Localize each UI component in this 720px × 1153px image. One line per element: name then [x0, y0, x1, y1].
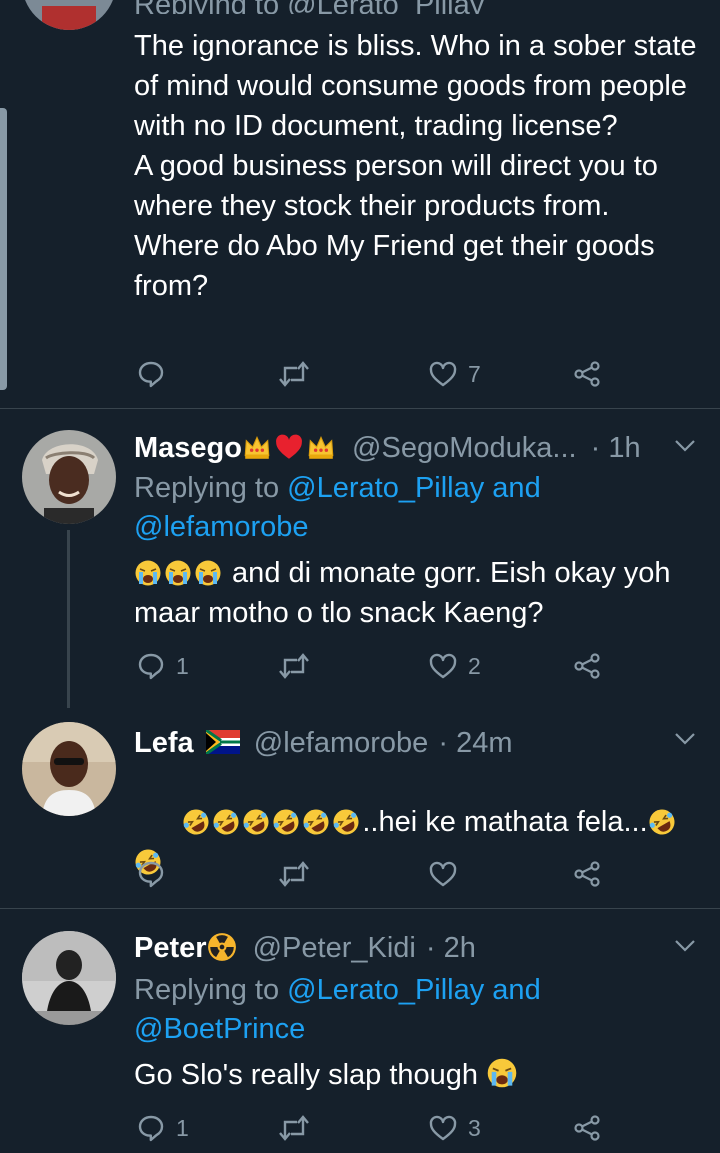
- heart-icon: [429, 1115, 457, 1141]
- timestamp[interactable]: · 24m: [438, 727, 512, 759]
- share-icon: [574, 653, 600, 679]
- like-count: 3: [468, 1114, 481, 1141]
- reply-count: 1: [176, 1114, 189, 1141]
- chevron-down-icon[interactable]: [674, 439, 696, 453]
- tweet-text: and di monate gorr. Eish okay yoh maar m…: [134, 557, 679, 629]
- crown-emoji: [308, 436, 334, 459]
- tweet-text: Go Slo's really slap though: [134, 1055, 700, 1095]
- rofl-emoji: [213, 809, 239, 835]
- like-button[interactable]: [428, 854, 468, 894]
- retweet-icon: [279, 861, 309, 887]
- tweet-2[interactable]: Lefa @lefamorobe · 24m ..hei ke mathata …: [0, 708, 720, 908]
- share-button[interactable]: [572, 646, 602, 686]
- timestamp[interactable]: · 2h: [426, 932, 476, 964]
- tweet-header: Masego @SegoModuka... · 1h: [134, 429, 700, 467]
- mention-link[interactable]: @Lerato_Pillay and: [287, 472, 541, 504]
- tweet-header: Lefa @lefamorobe · 24m: [134, 724, 700, 762]
- heart-icon: [429, 361, 457, 387]
- rofl-emoji: [183, 809, 209, 835]
- rofl-emoji: [303, 809, 329, 835]
- rofl-emoji: [243, 809, 269, 835]
- tweet-0[interactable]: Replying to @Lerato_Pillay The ignorance…: [0, 0, 720, 408]
- retweet-icon: [279, 1115, 309, 1141]
- avatar[interactable]: [22, 722, 116, 816]
- reply-icon: [138, 861, 164, 888]
- handle[interactable]: @lefamorobe: [254, 727, 429, 759]
- retweet-button[interactable]: [278, 1108, 310, 1148]
- tweet-3[interactable]: Peter @Peter_Kidi · 2h Replying to @Lera…: [0, 909, 720, 1153]
- crying-face-emoji: [487, 1058, 517, 1088]
- chevron-down-icon[interactable]: [674, 939, 696, 953]
- retweet-button[interactable]: [278, 854, 310, 894]
- like-count: 2: [468, 652, 481, 679]
- south-africa-flag-emoji: [205, 730, 240, 754]
- reply-button[interactable]: [136, 354, 176, 394]
- reply-button[interactable]: 1: [136, 646, 189, 686]
- avatar[interactable]: [22, 0, 116, 30]
- timestamp[interactable]: · 1h: [591, 432, 641, 464]
- tweet-header: Peter @Peter_Kidi · 2h: [134, 929, 700, 967]
- share-button[interactable]: [572, 354, 602, 394]
- retweet-icon: [279, 653, 309, 679]
- handle[interactable]: @Peter_Kidi: [253, 932, 416, 964]
- rofl-emoji: [649, 809, 675, 835]
- tweet-actions: 1 3: [134, 1108, 614, 1148]
- tweet-text: ..hei ke mathata fela...: [134, 762, 700, 922]
- rofl-emoji: [333, 809, 359, 835]
- crying-face-emoji: [135, 560, 161, 586]
- display-name[interactable]: Peter: [134, 932, 207, 964]
- like-button[interactable]: 3: [428, 1108, 481, 1148]
- replying-to-label: Replying to @Lerato_Pillay and @lefamorob…: [134, 472, 541, 543]
- heart-icon: [429, 861, 457, 887]
- radioactive-emoji: [207, 933, 236, 961]
- reply-icon: [138, 1115, 164, 1142]
- like-count: 7: [468, 360, 481, 387]
- replying-to-label: Replying to @Lerato_Pillay: [134, 0, 700, 14]
- red-heart-emoji: [276, 434, 302, 459]
- retweet-button[interactable]: [278, 354, 310, 394]
- avatar[interactable]: [22, 931, 116, 1025]
- share-icon: [574, 1115, 600, 1141]
- share-icon: [574, 861, 600, 887]
- tweet-actions: [134, 854, 614, 894]
- share-icon: [574, 361, 600, 387]
- tweet-text: The ignorance is bliss. Who in a sober s…: [134, 30, 697, 302]
- reply-button[interactable]: [136, 854, 176, 894]
- like-button[interactable]: 7: [428, 354, 481, 394]
- mention-link[interactable]: @BoetPrince: [134, 1013, 305, 1045]
- crying-face-emoji: [195, 560, 221, 586]
- rofl-emoji: [273, 809, 299, 835]
- tweet-1[interactable]: Masego @SegoModuka... · 1h Replying to @…: [0, 409, 720, 708]
- like-button[interactable]: 2: [428, 646, 481, 686]
- reply-icon: [138, 361, 164, 388]
- display-name[interactable]: Lefa: [134, 727, 194, 759]
- retweet-icon: [279, 361, 309, 387]
- thread-line: [67, 530, 70, 708]
- crying-face-emoji: [165, 560, 191, 586]
- handle[interactable]: @SegoModuka...: [352, 432, 577, 464]
- mention-link[interactable]: @Lerato_Pillay and: [287, 974, 541, 1006]
- avatar[interactable]: [22, 430, 116, 524]
- display-name[interactable]: Masego: [134, 432, 242, 464]
- reply-count: 1: [176, 652, 189, 679]
- tweet-actions: 7: [134, 354, 614, 394]
- share-button[interactable]: [572, 1108, 602, 1148]
- retweet-button[interactable]: [278, 646, 310, 686]
- reply-button[interactable]: 1: [136, 1108, 189, 1148]
- replying-to-label: Replying to @Lerato_Pillay and @BoetPrinc…: [134, 974, 541, 1045]
- heart-icon: [429, 653, 457, 679]
- mention-link[interactable]: @lefamorobe: [134, 511, 309, 543]
- tweet-actions: 1 2: [134, 646, 614, 686]
- share-button[interactable]: [572, 854, 602, 894]
- reply-icon: [138, 653, 164, 680]
- crown-emoji: [244, 436, 270, 459]
- chevron-down-icon[interactable]: [674, 732, 696, 746]
